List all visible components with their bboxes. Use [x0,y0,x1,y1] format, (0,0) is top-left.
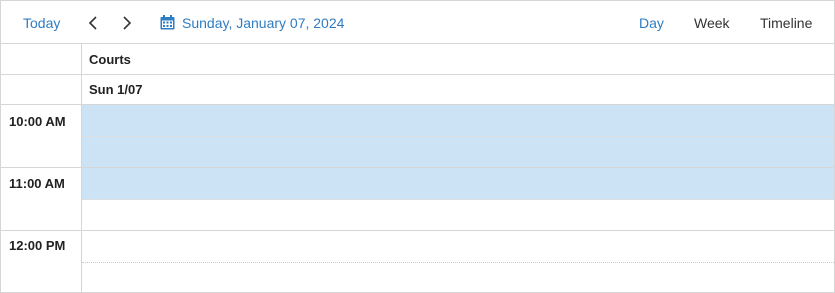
next-button[interactable] [119,1,135,44]
date-header: Sun 1/07 [89,82,143,97]
time-slot-11-00[interactable] [82,168,834,199]
view-week-button[interactable]: Week [694,1,730,44]
time-slot-12-00[interactable] [82,231,834,262]
current-date-label: Sunday, January 07, 2024 [182,14,345,31]
hour-divider [1,167,834,168]
toolbar: Today Sunday, January 07, 2024 Day Week … [1,1,834,44]
time-slot-12-30[interactable] [82,263,834,293]
scheduler: Today Sunday, January 07, 2024 Day Week … [0,0,835,293]
date-header-row: Sun 1/07 [1,75,834,105]
time-column-divider [81,44,82,293]
hour-divider [1,230,834,231]
chevron-left-icon [88,15,97,30]
chevron-right-icon [123,15,132,30]
view-day-button[interactable]: Day [639,1,664,44]
group-header-courts: Courts [89,51,131,67]
calendar-icon [160,15,175,30]
time-slot-10-30[interactable] [82,137,834,167]
time-label: 11:00 AM [9,176,65,191]
time-slot-10-00[interactable] [82,105,834,136]
time-label: 10:00 AM [9,114,66,129]
today-button[interactable]: Today [23,1,60,44]
time-slot-11-30[interactable] [82,200,834,230]
slot-divider [82,262,834,263]
time-label: 12:00 PM [9,238,66,253]
previous-button[interactable] [85,1,101,44]
group-header-row: Courts [1,44,834,75]
view-timeline-button[interactable]: Timeline [760,1,812,44]
slot-divider [82,199,834,200]
slot-divider [82,136,834,137]
date-picker-button[interactable]: Sunday, January 07, 2024 [160,1,344,44]
